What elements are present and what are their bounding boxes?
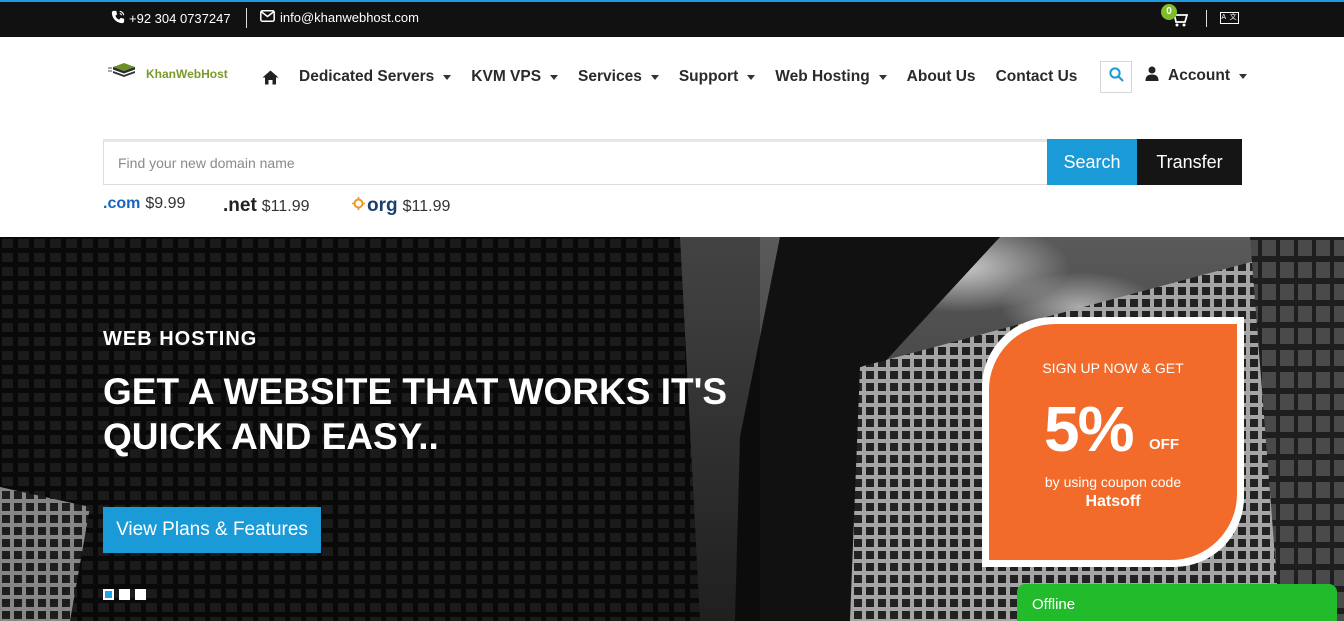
chevron-down-icon bbox=[650, 74, 659, 80]
promo-badge[interactable]: SIGN UP NOW & GET 5% OFF by using coupon… bbox=[982, 317, 1244, 567]
phone-link[interactable]: +92 304 0737247 bbox=[111, 10, 231, 27]
tld-price-com: .com $9.99 bbox=[103, 195, 185, 213]
chat-status: Offline bbox=[1032, 596, 1076, 613]
nav-label: Dedicated Servers bbox=[299, 68, 435, 85]
nav-services[interactable]: Services bbox=[578, 68, 659, 86]
chevron-down-icon bbox=[878, 74, 887, 80]
promo-coupon-text: by using coupon code bbox=[1044, 474, 1182, 490]
hero-headline: GET A WEBSITE THAT WORKS IT'S QUICK AND … bbox=[103, 371, 728, 457]
account-label: Account bbox=[1168, 67, 1230, 84]
org-logo-icon bbox=[352, 197, 365, 215]
nav-kvm-vps[interactable]: KVM VPS bbox=[471, 68, 559, 86]
nav-label: Support bbox=[678, 68, 739, 85]
tld-name: .com bbox=[103, 195, 141, 212]
slider-dot[interactable] bbox=[103, 589, 114, 600]
topbar-divider-right bbox=[1206, 10, 1207, 27]
nav-label: About Us bbox=[906, 68, 976, 85]
envelope-icon bbox=[260, 10, 275, 25]
promo-signup-text: SIGN UP NOW & GET bbox=[1042, 360, 1184, 376]
logo-text: KhanWebHost bbox=[146, 66, 228, 81]
slider-dot[interactable] bbox=[119, 589, 130, 600]
tld-name: org bbox=[367, 195, 398, 216]
nav-web-hosting[interactable]: Web Hosting bbox=[775, 68, 887, 86]
home-icon[interactable] bbox=[262, 70, 279, 85]
nav-dedicated-servers[interactable]: Dedicated Servers bbox=[299, 68, 452, 86]
hero-eyebrow: WEB HOSTING bbox=[103, 328, 258, 350]
promo-coupon-code: Hatsoff bbox=[1085, 493, 1141, 510]
language-icon[interactable]: A 文 bbox=[1220, 12, 1239, 24]
user-icon bbox=[1145, 66, 1159, 86]
logo-server-icon bbox=[108, 62, 140, 85]
phone-icon bbox=[111, 10, 125, 27]
site-logo[interactable]: KhanWebHost bbox=[108, 62, 228, 85]
view-plans-button[interactable]: View Plans & Features bbox=[103, 507, 321, 553]
cart-button[interactable]: 0 bbox=[1160, 4, 1192, 32]
tld-name: .net bbox=[223, 195, 257, 216]
cart-count-badge: 0 bbox=[1161, 4, 1177, 20]
topbar-divider bbox=[246, 8, 247, 28]
main-nav: Dedicated Servers KVM VPS Services Suppo… bbox=[262, 66, 1097, 88]
slider-dots bbox=[103, 589, 146, 600]
domain-transfer-button[interactable]: Transfer bbox=[1137, 139, 1242, 185]
promo-percent: 5% bbox=[1044, 393, 1134, 465]
domain-search-button[interactable]: Search bbox=[1047, 139, 1137, 185]
tld-price: $9.99 bbox=[145, 195, 186, 212]
slider-dot[interactable] bbox=[135, 589, 146, 600]
phone-number: +92 304 0737247 bbox=[129, 11, 231, 26]
chevron-down-icon bbox=[550, 74, 559, 80]
search-icon bbox=[1108, 67, 1124, 87]
hero-slider: WEB HOSTING GET A WEBSITE THAT WORKS IT'… bbox=[0, 237, 1344, 621]
nav-label: KVM VPS bbox=[471, 68, 542, 85]
nav-support[interactable]: Support bbox=[678, 68, 756, 86]
tld-price-org: org $11.99 bbox=[352, 195, 450, 217]
nav-label: Contact Us bbox=[995, 68, 1078, 85]
nav-about-us[interactable]: About Us bbox=[907, 68, 976, 86]
tld-price-net: .net $11.99 bbox=[223, 195, 310, 217]
top-bar: +92 304 0737247 info@khanwebhost.com 0 A… bbox=[0, 2, 1344, 37]
nav-label: Web Hosting bbox=[775, 68, 870, 85]
email-link[interactable]: info@khanwebhost.com bbox=[260, 10, 419, 25]
tld-price: $11.99 bbox=[402, 198, 451, 215]
account-menu[interactable]: Account bbox=[1145, 66, 1247, 86]
chevron-down-icon bbox=[1239, 73, 1247, 79]
promo-off-label: OFF bbox=[1149, 436, 1179, 453]
promo-badge-inner: SIGN UP NOW & GET 5% OFF by using coupon… bbox=[989, 324, 1237, 560]
tld-price: $11.99 bbox=[261, 198, 310, 215]
email-address: info@khanwebhost.com bbox=[280, 10, 419, 25]
live-chat-widget[interactable]: Offline bbox=[1017, 584, 1337, 621]
nav-label: Services bbox=[578, 68, 642, 85]
chevron-down-icon bbox=[443, 74, 452, 80]
domain-search-input[interactable] bbox=[103, 139, 1048, 185]
search-toggle-button[interactable] bbox=[1100, 61, 1132, 93]
chevron-down-icon bbox=[747, 74, 756, 80]
nav-contact-us[interactable]: Contact Us bbox=[996, 68, 1078, 86]
